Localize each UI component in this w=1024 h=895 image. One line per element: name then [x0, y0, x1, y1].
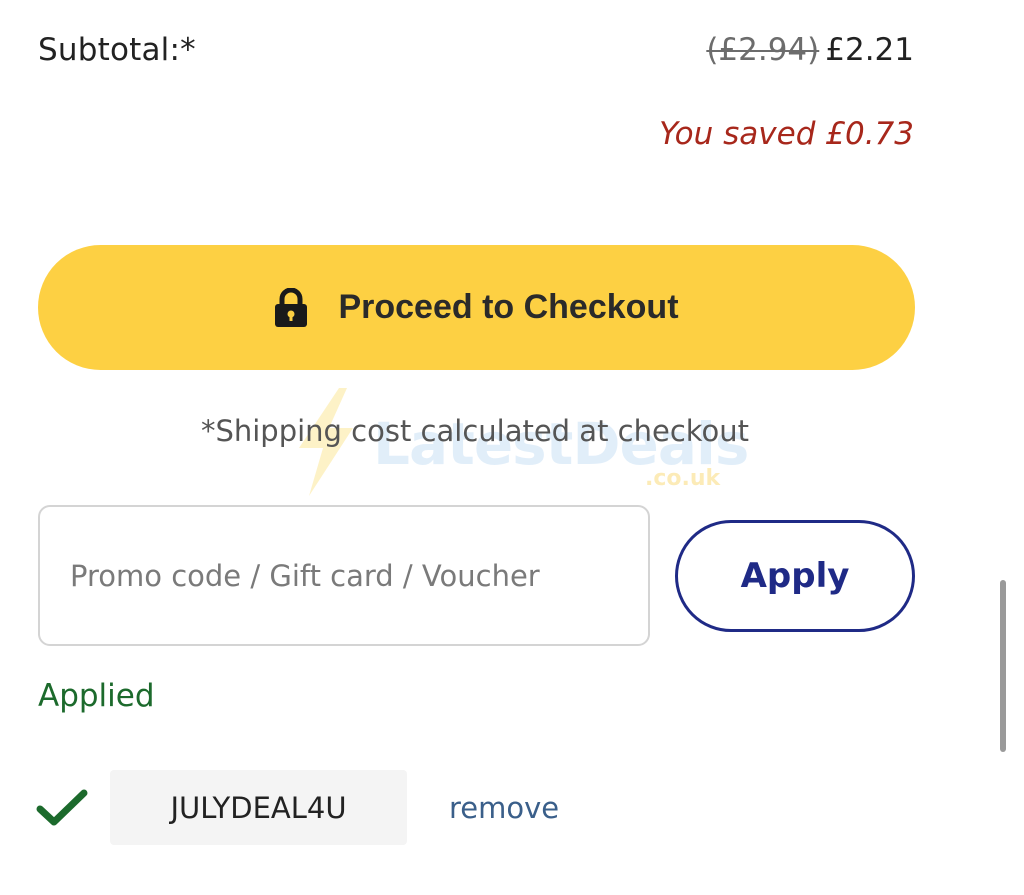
subtotal-row: Subtotal:* (£2.94) £2.21 [38, 22, 914, 78]
savings-text: You saved £0.73 [659, 116, 914, 152]
applied-code-chip: JULYDEAL4U [110, 770, 407, 845]
remove-code-link[interactable]: remove [449, 791, 559, 825]
subtotal-prices: (£2.94) £2.21 [706, 32, 914, 68]
apply-button[interactable]: Apply [675, 520, 915, 632]
checkout-button-label: Proceed to Checkout [338, 288, 679, 326]
original-price: (£2.94) [706, 32, 820, 68]
promo-code-input[interactable] [38, 505, 650, 646]
subtotal-label: Subtotal:* [38, 32, 196, 68]
current-price: £2.21 [825, 32, 914, 68]
checkmark-icon [36, 789, 88, 825]
proceed-to-checkout-button[interactable]: Proceed to Checkout [38, 245, 915, 370]
watermark-subtext: .co.uk [645, 466, 721, 491]
lock-icon [274, 287, 308, 328]
applied-code-row: JULYDEAL4U remove [36, 770, 559, 845]
shipping-note: *Shipping cost calculated at checkout [200, 414, 750, 448]
scrollbar-thumb[interactable] [1000, 580, 1006, 752]
applied-label: Applied [38, 678, 155, 714]
